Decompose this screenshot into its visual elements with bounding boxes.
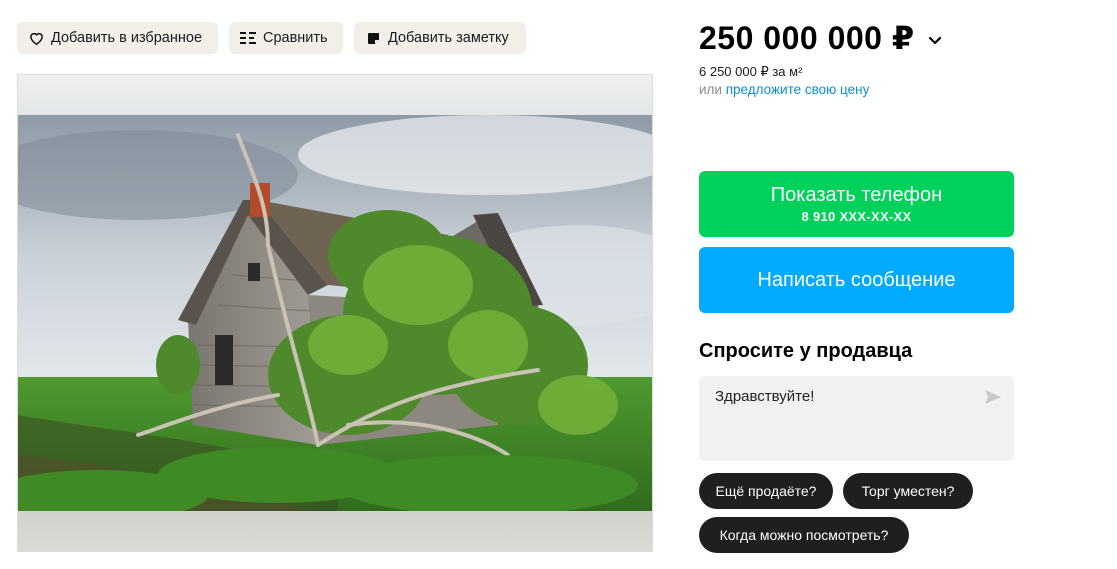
offer-price-link[interactable]: предложите свою цену bbox=[726, 82, 870, 97]
note-label: Добавить заметку bbox=[388, 30, 509, 46]
price-per-m2: 6 250 000 ₽ за м² bbox=[699, 64, 803, 79]
offer-prefix: или bbox=[699, 82, 722, 97]
quick-question-when-view[interactable]: Когда можно посмотреть? bbox=[699, 517, 909, 553]
compare-icon bbox=[240, 30, 256, 46]
listing-actions: Добавить в избранное Сравнить Добавить з… bbox=[17, 22, 526, 54]
gallery-blur-top bbox=[18, 75, 652, 115]
favorite-label: Добавить в избранное bbox=[51, 30, 203, 46]
add-to-favorites-button[interactable]: Добавить в избранное bbox=[17, 22, 218, 54]
heart-icon bbox=[28, 30, 44, 46]
price-value: 250 000 000 ₽ bbox=[699, 20, 915, 56]
send-icon[interactable] bbox=[984, 388, 1002, 406]
compare-label: Сравнить bbox=[263, 30, 328, 46]
add-note-button[interactable]: Добавить заметку bbox=[354, 22, 526, 54]
write-message-button[interactable]: Написать сообщение bbox=[699, 247, 1014, 313]
offer-price-line: или предложите свою цену bbox=[699, 82, 869, 97]
compare-button[interactable]: Сравнить bbox=[229, 22, 343, 54]
gallery-blur-bottom bbox=[18, 511, 652, 551]
quick-question-bargain[interactable]: Торг уместен? bbox=[843, 473, 973, 509]
note-icon bbox=[365, 30, 381, 46]
listing-photo[interactable] bbox=[18, 115, 653, 513]
quick-question-still-selling[interactable]: Ещё продаёте? bbox=[699, 473, 833, 509]
write-message-label: Написать сообщение bbox=[757, 268, 956, 291]
show-phone-button[interactable]: Показать телефон 8 910 XXX-XX-XX bbox=[699, 171, 1014, 237]
photo-gallery[interactable] bbox=[17, 74, 653, 552]
show-phone-label: Показать телефон bbox=[770, 184, 943, 206]
ask-seller-title: Спросите у продавца bbox=[699, 340, 913, 362]
ask-seller-input[interactable]: Здравствуйте! bbox=[699, 376, 1014, 461]
chevron-down-icon[interactable] bbox=[927, 32, 943, 48]
price-block: 250 000 000 ₽ bbox=[699, 19, 943, 57]
listing-page: Добавить в избранное Сравнить Добавить з… bbox=[0, 0, 1117, 569]
phone-masked: 8 910 XXX-XX-XX bbox=[801, 209, 912, 224]
ask-seller-text: Здравствуйте! bbox=[715, 388, 815, 405]
